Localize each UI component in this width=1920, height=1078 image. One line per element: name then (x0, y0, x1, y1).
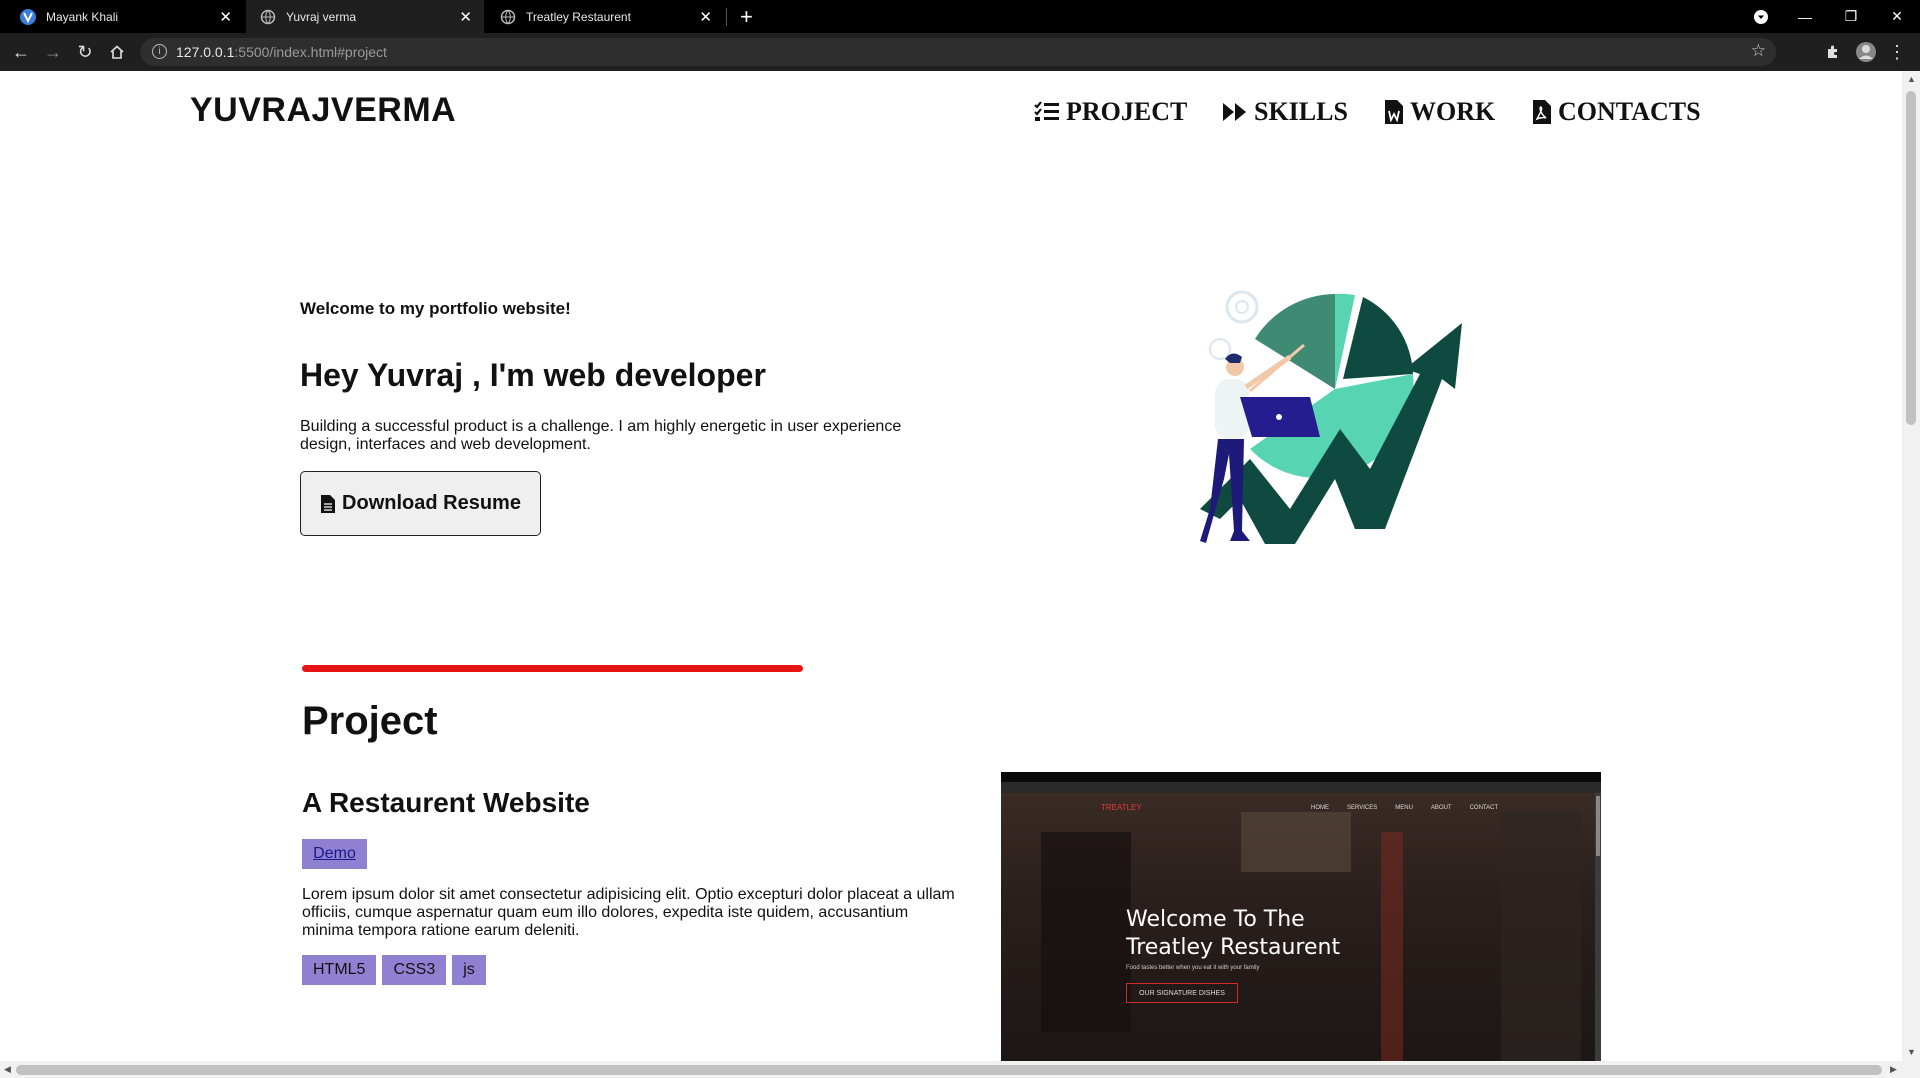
site-info-icon[interactable]: i (152, 44, 167, 59)
horizontal-scroll-thumb[interactable] (16, 1065, 1882, 1075)
section-title: Project (302, 699, 438, 743)
preview-menu-item: SERVICES (1347, 805, 1378, 811)
url-path: :5500/index.html#project (234, 44, 387, 60)
hero-welcome: Welcome to my portfolio website! (300, 299, 571, 318)
back-icon[interactable]: ← (10, 41, 32, 63)
nav-skills[interactable]: SKILLS (1222, 97, 1348, 127)
fast-forward-icon (1223, 103, 1246, 121)
project-preview-image[interactable]: TREATLEY HOME SERVICES MENU ABOUT CONTAC… (1001, 772, 1601, 1061)
tech-tag: CSS3 (382, 955, 447, 985)
preview-menu-item: MENU (1395, 805, 1413, 811)
browser-tab[interactable]: Yuvraj verma ✕ (246, 0, 484, 33)
forward-icon[interactable]: → (42, 41, 64, 63)
new-tab-icon[interactable]: + (740, 4, 753, 30)
home-icon[interactable] (106, 41, 128, 63)
browser-tab-title: Treatley Restaurent (526, 9, 631, 24)
hero-illustration (1180, 279, 1480, 554)
preview-menu: HOME SERVICES MENU ABOUT CONTACT (1311, 805, 1498, 811)
nav-work[interactable]: WORK (1384, 97, 1495, 127)
nav-contacts[interactable]: CONTACTS (1532, 97, 1701, 127)
minimize-icon[interactable]: — (1782, 0, 1828, 33)
hero-title: Hey Yuvraj , I'm web developer (300, 357, 766, 393)
nav-label: SKILLS (1254, 97, 1348, 126)
address-toolbar: ← → ↻ i 127.0.0.1:5500/index.html#projec… (0, 33, 1920, 71)
scroll-right-icon[interactable]: ▶ (1890, 1064, 1897, 1075)
reload-icon[interactable]: ↻ (74, 41, 96, 63)
vertical-scroll-thumb[interactable] (1906, 91, 1916, 425)
page-viewport: YUVRAJVERMA PROJECT SKILLS WORK CONTACTS… (0, 71, 1902, 1061)
tech-tags: HTML5 CSS3 js (302, 955, 486, 985)
preview-tagline: Food tastes better when you eat it with … (1126, 965, 1260, 971)
avatar[interactable] (1855, 41, 1877, 63)
vertical-scrollbar[interactable]: ▲ ▼ (1902, 71, 1920, 1061)
preview-menu-item: HOME (1311, 805, 1329, 811)
bookmark-star-icon[interactable]: ☆ (1751, 41, 1766, 61)
scroll-down-icon[interactable]: ▼ (1907, 1047, 1916, 1057)
pdf-file-icon (1533, 100, 1551, 124)
globe-icon (260, 9, 276, 25)
nav-label: PROJECT (1066, 97, 1188, 126)
close-tab-icon[interactable]: ✕ (219, 8, 232, 26)
url-host: 127.0.0.1 (176, 44, 235, 60)
nav-label: WORK (1410, 97, 1496, 126)
hero-description: Building a successful product is a chall… (300, 418, 902, 453)
preview-menu-item: CONTACT (1469, 805, 1499, 811)
browser-tab[interactable]: Treatley Restaurent ✕ (486, 0, 724, 33)
file-icon (321, 494, 336, 513)
tech-tag: HTML5 (302, 955, 377, 985)
tech-tag: js (452, 955, 486, 985)
browser-tab[interactable]: Mayank Khali ✕ (6, 0, 244, 33)
preview-headline: Treatley Restaurent (1126, 935, 1341, 960)
browser-tab-bar: Mayank Khali ✕ Yuvraj verma ✕ Treatley R… (0, 0, 1920, 33)
site-logo[interactable]: YUVRAJVERMA (190, 91, 456, 130)
list-check-icon (1034, 101, 1059, 121)
extensions-icon[interactable] (1822, 41, 1844, 63)
section-divider (302, 665, 803, 672)
preview-brand: TREATLEY (1101, 803, 1142, 812)
browser-tab-title: Mayank Khali (46, 9, 119, 24)
close-tab-icon[interactable]: ✕ (459, 8, 472, 26)
close-window-icon[interactable]: ✕ (1874, 0, 1920, 33)
project-title: A Restaurent Website (302, 787, 590, 818)
demo-link[interactable]: Demo (302, 839, 367, 869)
resume-button-label: Download Resume (342, 492, 521, 514)
profile-menu-icon[interactable] (1738, 0, 1784, 33)
horizontal-scrollbar[interactable]: ◀ ▶ (0, 1061, 1920, 1078)
word-file-icon (1385, 100, 1403, 124)
nav-label: CONTACTS (1558, 97, 1701, 126)
download-resume-button[interactable]: Download Resume (300, 471, 541, 536)
preview-menu-item: ABOUT (1430, 805, 1452, 811)
nav-project[interactable]: PROJECT (1034, 97, 1187, 127)
scroll-left-icon[interactable]: ◀ (4, 1064, 11, 1075)
app-icon (20, 8, 36, 25)
scroll-up-icon[interactable]: ▲ (1907, 74, 1916, 84)
restore-icon[interactable]: ❐ (1828, 0, 1874, 33)
browser-tab-title: Yuvraj verma (286, 9, 357, 24)
tab-separator (726, 8, 727, 26)
close-tab-icon[interactable]: ✕ (699, 8, 712, 26)
project-description: Lorem ipsum dolor sit amet consectetur a… (302, 886, 955, 939)
preview-cta: OUR SIGNATURE DISHES (1126, 983, 1238, 1003)
browser-menu-icon[interactable]: ⋮ (1886, 41, 1908, 63)
url-bar[interactable]: i 127.0.0.1:5500/index.html#project ☆ (140, 38, 1776, 66)
globe-icon (500, 9, 516, 25)
preview-headline: Welcome To The (1126, 907, 1305, 932)
